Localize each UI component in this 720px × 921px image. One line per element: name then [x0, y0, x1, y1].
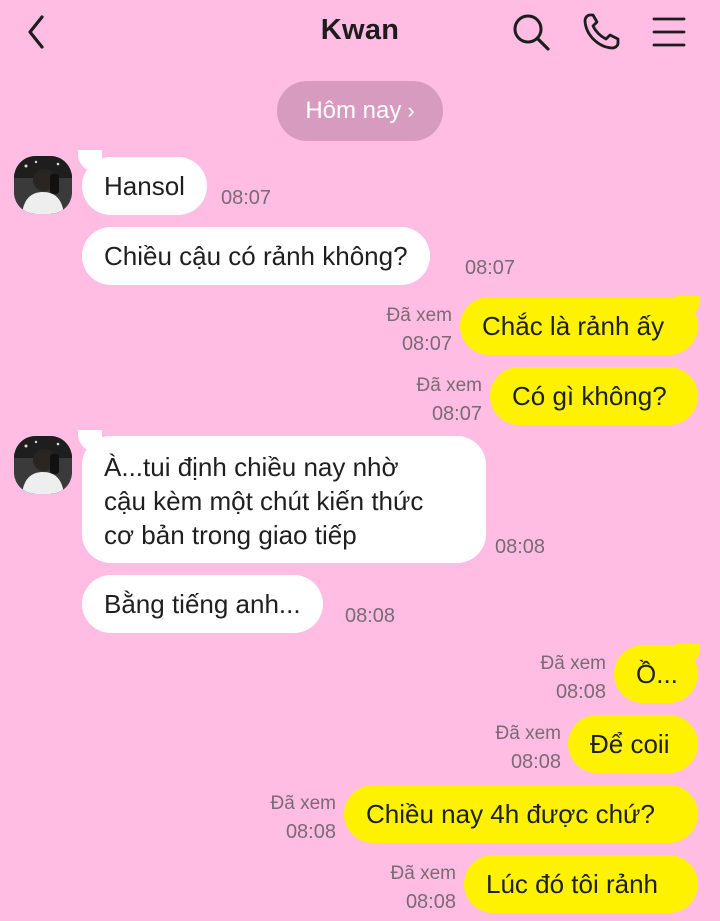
message-text-line: À...tui định chiều nay nhờ — [104, 452, 399, 482]
message-text: Ồ... — [636, 659, 678, 689]
message-time: 08:07 — [401, 333, 452, 355]
message-meta: Đã xem 08:08 — [391, 860, 456, 916]
menu-button[interactable] — [648, 10, 690, 54]
message-text: Chắc là rảnh ấy — [482, 311, 665, 341]
chevron-right-icon: › — [407, 98, 415, 123]
chat-header: Kwan — [0, 0, 720, 66]
search-icon — [513, 14, 550, 51]
message-text: Chiều cậu có rảnh không? — [104, 241, 408, 271]
read-status: Đã xem — [390, 863, 456, 884]
message-text: Bằng tiếng anh... — [104, 589, 301, 619]
message-bubble-incoming[interactable]: Bằng tiếng anh... — [82, 575, 323, 633]
message-meta: Đã xem 08:07 — [417, 372, 482, 428]
message-text-line: cậu kèm một chút kiến thức — [104, 486, 424, 516]
message-bubble-outgoing[interactable]: Lúc đó tôi rảnh — [464, 855, 698, 913]
message-meta: Đã xem 08:08 — [541, 650, 606, 706]
message-time: 08:08 — [510, 751, 561, 773]
message-time: 08:08 — [555, 681, 606, 703]
message-bubble-incoming[interactable]: Hansol — [82, 157, 207, 215]
profile-photo — [14, 436, 72, 494]
read-status: Đã xem — [386, 305, 452, 326]
message-time: 08:08 — [345, 605, 396, 627]
message-time: 08:07 — [465, 257, 516, 279]
message-bubble-incoming[interactable]: À...tui định chiều nay nhờ cậu kèm một c… — [82, 436, 486, 563]
message-bubble-outgoing[interactable]: Ồ... — [614, 645, 698, 703]
message-time: 08:07 — [431, 403, 482, 425]
read-status: Đã xem — [416, 375, 482, 396]
message-text: Hansol — [104, 171, 185, 201]
message-bubble-outgoing[interactable]: Chiều nay 4h được chứ? — [344, 785, 698, 843]
avatar[interactable] — [14, 156, 72, 214]
message-time: 08:07 — [221, 187, 272, 209]
search-button[interactable] — [510, 10, 552, 54]
date-pill-label: Hôm nay — [305, 97, 402, 124]
read-status: Đã xem — [495, 723, 561, 744]
message-bubble-outgoing[interactable]: Có gì không? — [490, 367, 698, 425]
message-time: 08:08 — [285, 821, 336, 843]
message-time: 08:08 — [405, 891, 456, 913]
message-meta: Đã xem 08:07 — [387, 302, 452, 358]
read-status: Đã xem — [540, 653, 606, 674]
message-meta: Đã xem 08:08 — [496, 720, 561, 776]
message-text: Để coii — [590, 729, 670, 759]
message-bubble-outgoing[interactable]: Chắc là rảnh ấy — [460, 297, 698, 355]
message-bubble-outgoing[interactable]: Để coii — [568, 715, 698, 773]
phone-icon — [583, 13, 620, 50]
read-status: Đã xem — [270, 793, 336, 814]
avatar[interactable] — [14, 436, 72, 494]
message-bubble-incoming[interactable]: Chiều cậu có rảnh không? — [82, 227, 430, 285]
menu-icon — [652, 17, 686, 47]
message-text: Có gì không? — [512, 381, 667, 411]
date-pill[interactable]: Hôm nay › — [277, 81, 443, 141]
profile-photo — [14, 156, 72, 214]
message-text-line: cơ bản trong giao tiếp — [104, 520, 357, 550]
message-text: Chiều nay 4h được chứ? — [366, 799, 655, 829]
message-meta: Đã xem 08:08 — [271, 790, 336, 846]
call-button[interactable] — [580, 10, 622, 54]
message-time: 08:08 — [495, 536, 546, 558]
chat-screen: Kwan Hôm nay › Hansol 08:07 Chiều cậu có… — [0, 0, 720, 921]
message-text: Lúc đó tôi rảnh — [486, 869, 659, 899]
